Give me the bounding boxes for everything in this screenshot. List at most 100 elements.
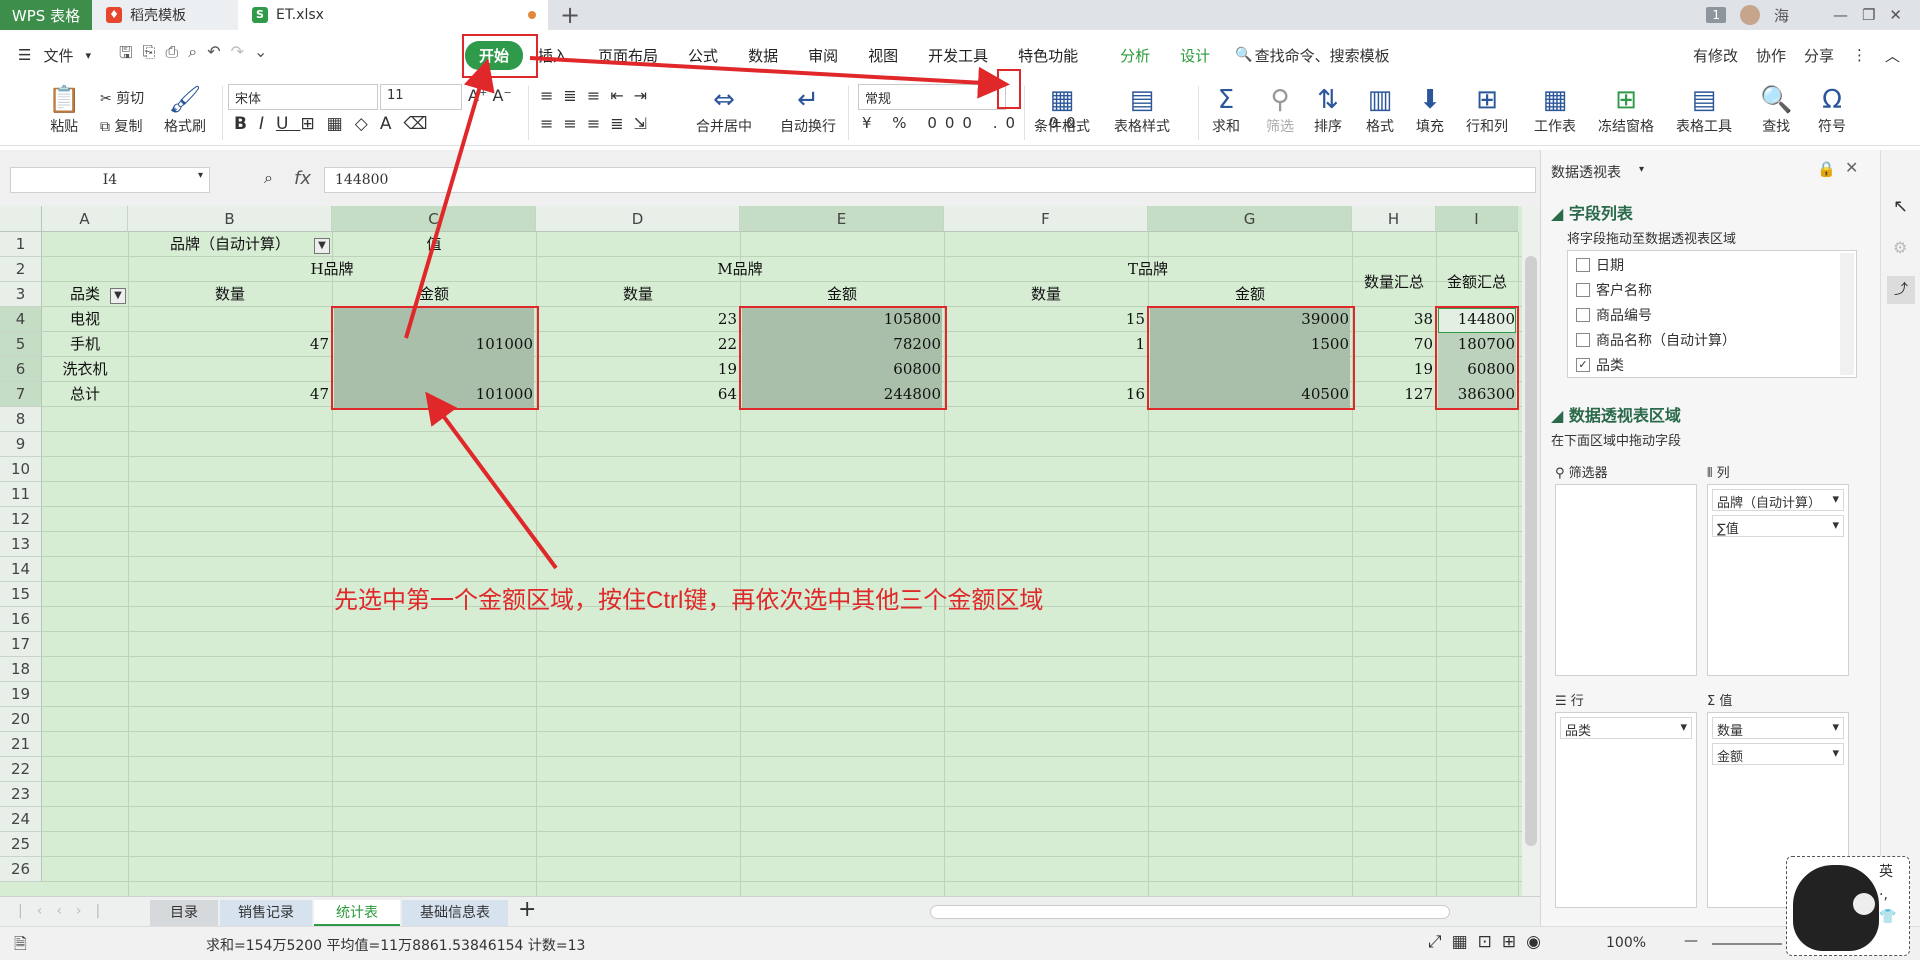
user-name[interactable]: 海 [1774,5,1789,26]
worksheet-button[interactable]: ▦ 工作表 [1534,84,1576,136]
pivot-cell-d[interactable]: 22 [536,332,740,357]
symbol-button[interactable]: Ω 符号 [1818,84,1846,136]
tab-data[interactable]: 数据 [733,45,793,66]
pivot-pane-icon[interactable]: ⤴ [1887,276,1915,304]
row-header-10[interactable]: 10 [0,457,42,482]
values-zone-item[interactable]: 数量 ▾ [1712,717,1844,739]
row-header-17[interactable]: 17 [0,632,42,657]
row-header-8[interactable]: 8 [0,407,42,432]
copy-button[interactable]: ⧉ 复制 [100,116,142,136]
preview-icon[interactable]: ⌕ [188,42,197,69]
avatar[interactable] [1739,5,1760,25]
zoom-slider[interactable] [1712,943,1782,945]
values-zone-item[interactable]: 金额 ▾ [1712,743,1844,765]
field-list[interactable]: 日期 客户名称 商品编号 商品名称（自动计算） ✓ 品类 [1567,250,1857,378]
ime-punctuation-icon[interactable]: ·, [1879,887,1905,903]
conditional-format-button[interactable]: ▦ 条件格式 [1034,84,1090,136]
pane-close-icon[interactable]: ✕ [1845,158,1858,177]
row-header-22[interactable]: 22 [0,757,42,782]
lock-icon[interactable]: 🔒 [1817,160,1836,178]
row-header-9[interactable]: 9 [0,432,42,457]
row-header-4[interactable]: 4 [0,307,42,332]
file-menu[interactable]: 文件 [43,45,73,66]
font-name-select[interactable]: 宋体 [228,84,378,110]
fill-button[interactable]: ⬇ 填充 [1416,84,1444,136]
customize-icon[interactable]: ⌄ [254,42,267,69]
field-item[interactable]: 商品名称（自动计算） [1576,330,1736,350]
row-label[interactable]: 电视 [42,307,128,332]
chevron-down-icon[interactable]: ▾ [85,49,91,62]
more-icon[interactable]: ⋮ [1852,46,1867,64]
add-sheet-button[interactable]: + [518,897,536,922]
checkbox-icon[interactable] [1576,333,1590,347]
format-brush-button[interactable]: 🖌 格式刷 [164,84,206,136]
tab-review[interactable]: 审阅 [793,45,853,66]
ime-widget[interactable]: 英 ·, 👕 [1786,856,1910,956]
zoom-out-icon[interactable]: — [1684,933,1698,949]
table-tools-button[interactable]: ▤ 表格工具 [1676,84,1732,136]
row-header-25[interactable]: 25 [0,832,42,857]
save-icon[interactable]: 🖫 [119,42,133,69]
columns-zone-item[interactable]: ∑值 ▾ [1712,515,1844,537]
template-tab[interactable]: ♦ 稻壳模板 [92,0,238,30]
wps-home-tab[interactable]: WPS 表格 [0,0,92,30]
row-header-11[interactable]: 11 [0,482,42,507]
pivot-cell-f[interactable]: 15 [944,307,1148,332]
format-button[interactable]: ▥ 格式 [1366,84,1394,136]
paste-button[interactable]: 📋 粘贴 [48,84,80,136]
pivot-cell-h[interactable]: 38 [1352,307,1436,332]
macro-icon[interactable]: 🗎 [14,933,27,960]
sort-button[interactable]: ⇅ 排序 [1314,84,1342,136]
row-header-20[interactable]: 20 [0,707,42,732]
sheet-tab-contents[interactable]: 目录 [150,900,218,926]
col-header-a[interactable]: A [42,206,128,232]
sheet-nav-icons[interactable]: |‹‹›| [18,903,114,919]
pivot-cell-d[interactable]: 64 [536,382,740,407]
vertical-scrollbar-track[interactable] [1522,206,1540,896]
columns-zone-item[interactable]: 品牌（自动计算） ▾ [1712,489,1844,511]
hamburger-icon[interactable]: ☰ [18,46,31,64]
col-header-c[interactable]: C [332,206,536,232]
col-header-g[interactable]: G [1148,206,1352,232]
horizontal-scrollbar[interactable] [930,905,1450,919]
view-mode-icons[interactable]: ⤢▦⊡⊞◉ [1428,932,1551,952]
ime-language[interactable]: 英 [1879,861,1905,881]
field-item[interactable]: 客户名称 [1576,280,1652,300]
settings-icon[interactable]: ⚙ [1893,238,1907,257]
sum-button[interactable]: Σ 求和 [1212,84,1240,136]
col-header-f[interactable]: F [944,206,1148,232]
pivot-brand-field[interactable]: 品牌（自动计算） [128,232,332,257]
pivot-cell-b[interactable]: 47 [128,332,332,357]
row-label[interactable]: 洗衣机 [42,357,128,382]
collapse-ribbon-icon[interactable]: ︿ [1885,45,1900,66]
font-grow-icon[interactable]: A⁺ A⁻ [468,86,512,105]
row-header-13[interactable]: 13 [0,532,42,557]
pivot-cell-f[interactable]: 1 [944,332,1148,357]
row-header-3[interactable]: 3 [0,282,42,307]
checkbox-icon[interactable] [1576,258,1590,272]
restore-icon[interactable]: ❐ [1862,6,1875,24]
wrap-text-button[interactable]: ↵ 自动换行 [780,84,836,136]
row-label[interactable]: 手机 [42,332,128,357]
row-header-7[interactable]: 7 [0,382,42,407]
command-search[interactable]: 查找命令、搜索模板 [1255,45,1390,66]
sheet-tab-base-info[interactable]: 基础信息表 [402,900,508,926]
window-count-badge[interactable]: 1 [1706,7,1726,23]
sheet-tab-stats[interactable]: 统计表 [314,900,400,926]
export-icon[interactable]: ⎘ [143,42,156,69]
filter-button[interactable]: ⚲ 筛选 [1266,84,1294,136]
spreadsheet-grid[interactable]: A B C D E F G H I 1 2 3 4 5 6 7 8 9 10 11 12 13 14 15 1… [0,206,1522,896]
redo-icon[interactable]: ↷ [231,42,244,69]
row-header-15[interactable]: 15 [0,582,42,607]
table-style-button[interactable]: ▤ 表格样式 [1114,84,1170,136]
columns-zone[interactable]: 品牌（自动计算） ▾ ∑值 ▾ [1707,484,1849,676]
select-all-corner[interactable] [0,206,42,232]
pane-title-chevron-icon[interactable]: ▾ [1639,164,1644,175]
pivot-area-heading[interactable]: ◢ 数据透视表区域 [1551,402,1681,426]
row-header-18[interactable]: 18 [0,657,42,682]
row-header-12[interactable]: 12 [0,507,42,532]
field-list-heading[interactable]: ◢ 字段列表 [1551,200,1633,224]
row-header-26[interactable]: 26 [0,857,42,882]
tab-view[interactable]: 视图 [853,45,913,66]
font-style-group[interactable]: BIU⊞▦◇A⌫ [234,114,440,134]
